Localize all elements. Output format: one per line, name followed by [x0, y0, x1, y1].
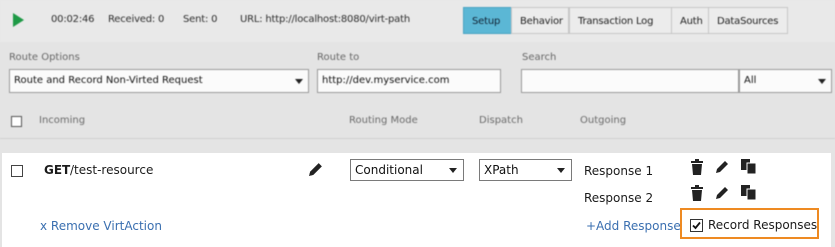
- row-checkbox[interactable]: [11, 165, 23, 177]
- record-responses-label[interactable]: Record Responses: [708, 218, 817, 232]
- route-options-select[interactable]: Route and Record Non-Virted Request: [9, 69, 309, 93]
- elapsed-timer: 00:02:46: [51, 14, 95, 25]
- column-incoming: Incoming: [39, 115, 86, 126]
- select-all-checkbox[interactable]: [11, 116, 22, 127]
- route-options-label: Route Options: [9, 52, 80, 63]
- header-area: 00:02:46 Received: 0 Sent: 0 URL: http:/…: [0, 0, 835, 148]
- chevron-down-icon: [818, 79, 826, 84]
- response-1-label[interactable]: Response 1: [584, 164, 653, 178]
- search-label: Search: [522, 52, 557, 63]
- column-outgoing: Outgoing: [580, 115, 627, 126]
- response-2-label[interactable]: Response 2: [584, 191, 653, 205]
- tab-datasources[interactable]: DataSources: [708, 7, 788, 34]
- column-routing-mode: Routing Mode: [349, 115, 418, 126]
- routing-mode-select[interactable]: Conditional: [350, 159, 464, 181]
- copy-icon[interactable]: [740, 158, 757, 175]
- add-response-link[interactable]: +Add Response: [586, 219, 681, 233]
- route-to-input[interactable]: http://dev.myservice.com: [317, 69, 501, 93]
- tab-setup[interactable]: Setup: [463, 7, 512, 34]
- record-responses-checkbox[interactable]: [690, 219, 703, 232]
- route-options-value: Route and Record Non-Virted Request: [14, 75, 203, 86]
- search-scope-value: All: [744, 75, 757, 86]
- checkmark-icon: [692, 221, 701, 230]
- received-count: Received: 0: [108, 14, 165, 25]
- route-to-label: Route to: [317, 52, 360, 63]
- virtual-url: URL: http://localhost:8080/virt-path: [240, 14, 410, 25]
- search-input[interactable]: [521, 69, 739, 93]
- sent-count: Sent: 0: [183, 14, 218, 25]
- remove-virtaction-link[interactable]: x Remove VirtAction: [40, 219, 162, 233]
- pencil-icon[interactable]: [307, 161, 324, 178]
- tab-transaction-log[interactable]: Transaction Log: [569, 7, 672, 34]
- column-dispatch: Dispatch: [479, 115, 523, 126]
- chevron-down-icon: [295, 79, 303, 84]
- chevron-down-icon: [449, 168, 457, 173]
- tab-behavior[interactable]: Behavior: [511, 7, 569, 34]
- play-icon[interactable]: [13, 13, 24, 27]
- search-scope-select[interactable]: All: [739, 69, 832, 93]
- request-method: GET: [44, 163, 71, 177]
- pencil-icon[interactable]: [714, 185, 730, 201]
- dispatch-value: XPath: [484, 163, 519, 177]
- chevron-down-icon: [557, 168, 565, 173]
- dispatch-select[interactable]: XPath: [479, 159, 572, 181]
- pencil-icon[interactable]: [714, 159, 730, 175]
- request-path: /test-resource: [70, 163, 154, 177]
- trash-icon[interactable]: [690, 185, 704, 201]
- routing-mode-value: Conditional: [355, 163, 423, 177]
- copy-icon[interactable]: [740, 184, 757, 201]
- tab-auth[interactable]: Auth: [671, 7, 709, 34]
- header-divider: [0, 138, 835, 139]
- trash-icon[interactable]: [690, 159, 704, 175]
